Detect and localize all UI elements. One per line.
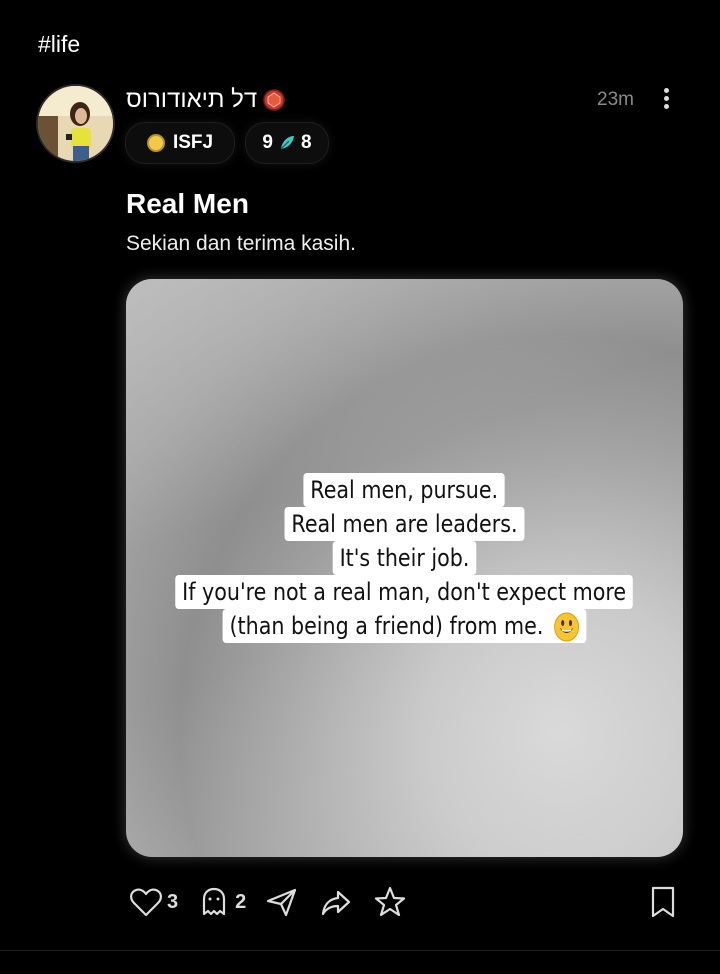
image-quote: Real men, pursue. Real men are leaders. … bbox=[126, 473, 683, 643]
mbti-label: ISFJ bbox=[172, 132, 214, 153]
red-gem-icon bbox=[263, 89, 285, 111]
post-divider bbox=[0, 950, 720, 951]
avatar[interactable] bbox=[36, 84, 115, 163]
author-name[interactable]: דל תיאודורוס bbox=[126, 86, 257, 114]
avatar-photo-icon bbox=[38, 86, 113, 161]
post-time: 23m bbox=[597, 89, 634, 110]
post-subtitle[interactable]: Sekian dan terima kasih. bbox=[126, 232, 356, 256]
paper-plane-icon bbox=[267, 888, 297, 917]
post-image[interactable]: Real men, pursue. Real men are leaders. … bbox=[126, 279, 683, 857]
favorite-button[interactable] bbox=[372, 884, 408, 920]
quote-line-5: (than being a friend) from me. bbox=[229, 612, 544, 640]
quote-line-1: Real men, pursue. bbox=[303, 473, 506, 507]
quote-line-2: Real men are leaders. bbox=[284, 507, 525, 541]
reputation-left: 9 bbox=[262, 132, 273, 153]
quote-line-5-wrap: (than being a friend) from me. bbox=[222, 609, 587, 643]
heart-icon bbox=[130, 888, 162, 917]
smiley-emoji-icon bbox=[554, 612, 579, 642]
action-bar: 3 2 bbox=[128, 884, 426, 920]
reputation-badge[interactable]: 9 8 bbox=[245, 122, 329, 164]
like-button[interactable]: 3 bbox=[128, 884, 178, 920]
share-arrow-icon bbox=[322, 890, 351, 916]
share-button[interactable] bbox=[318, 884, 354, 920]
hashtag-label[interactable]: #life bbox=[38, 31, 80, 58]
quote-line-4: If you're not a real man, don't expect m… bbox=[175, 575, 634, 609]
comment-button[interactable]: 2 bbox=[196, 884, 246, 920]
reputation-right: 8 bbox=[301, 132, 312, 153]
bookmark-icon[interactable] bbox=[646, 884, 680, 920]
mbti-dot-icon bbox=[146, 134, 165, 152]
like-count: 3 bbox=[167, 890, 179, 913]
mbti-badge[interactable]: ISFJ bbox=[125, 122, 235, 164]
star-icon bbox=[375, 886, 406, 917]
comment-count: 2 bbox=[235, 890, 247, 913]
author-name-row[interactable]: דל תיאודורוס bbox=[126, 86, 285, 114]
send-button[interactable] bbox=[264, 884, 300, 920]
post-title[interactable]: Real Men bbox=[126, 188, 249, 220]
comment-ghost-icon bbox=[203, 887, 226, 916]
teal-feather-icon bbox=[280, 136, 294, 150]
quote-line-3: It's their job. bbox=[332, 541, 477, 575]
more-options-icon[interactable] bbox=[659, 88, 673, 114]
